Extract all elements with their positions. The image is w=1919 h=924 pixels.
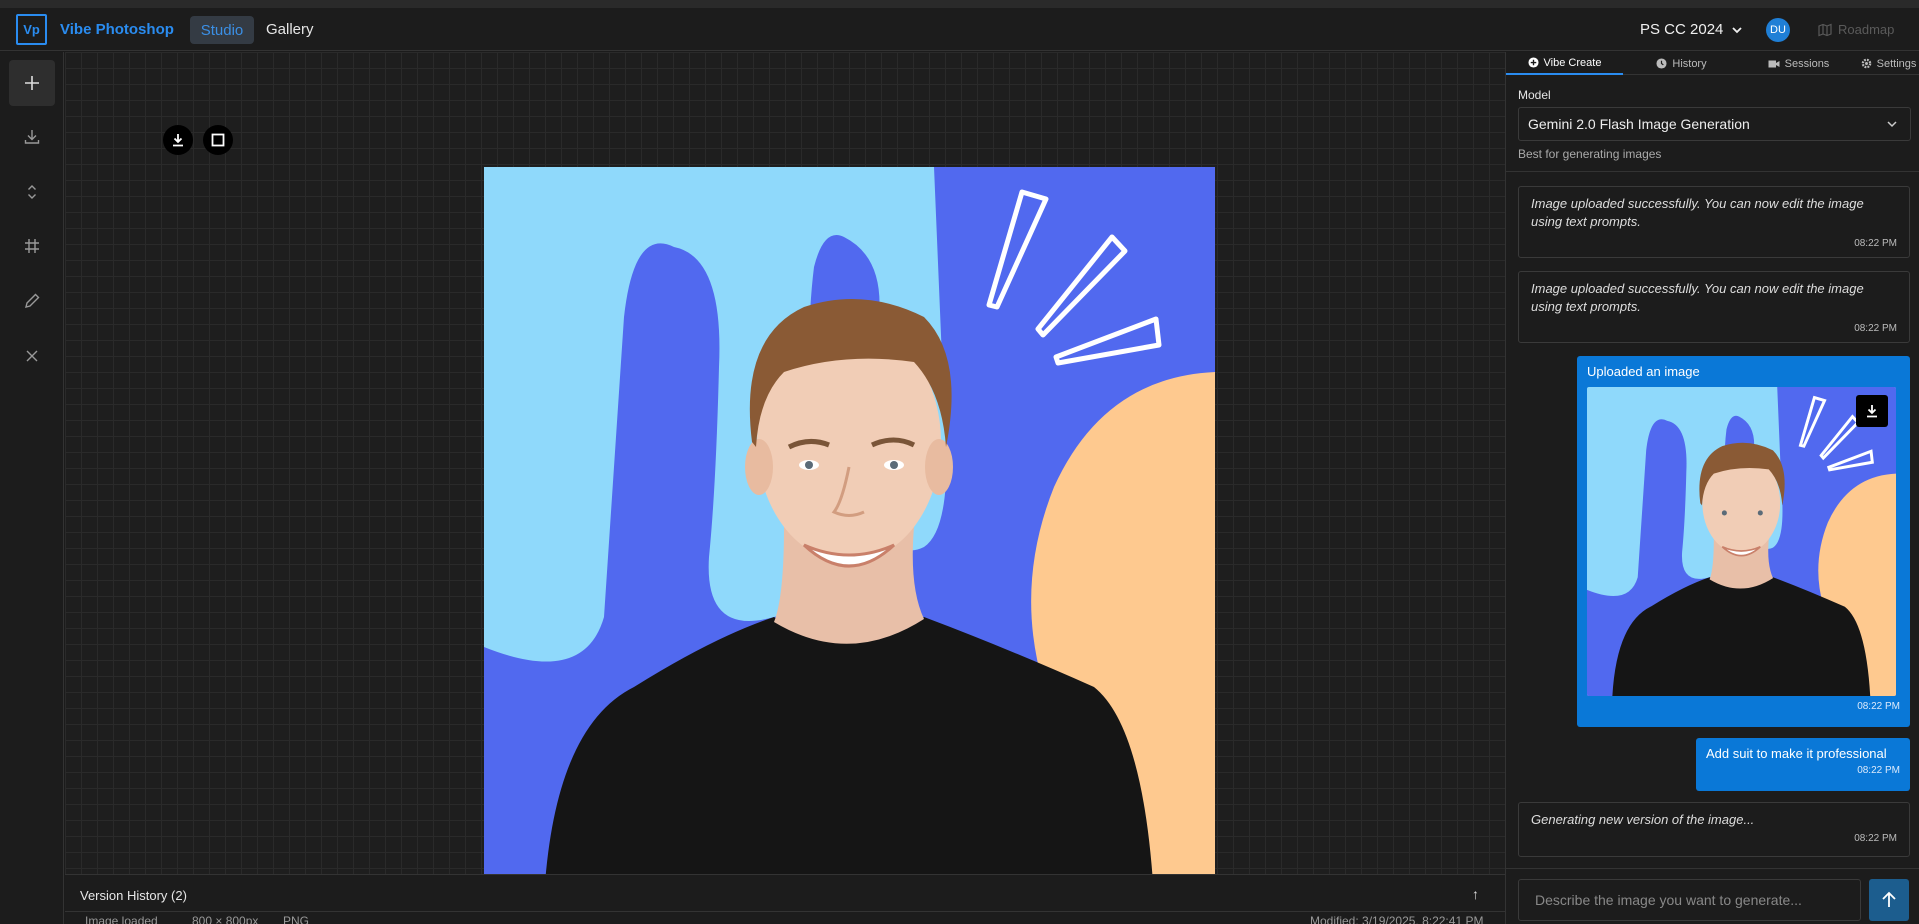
tab-vibe-create[interactable]: Vibe Create xyxy=(1506,52,1623,75)
message-text: Image uploaded successfully. You can now… xyxy=(1531,281,1864,314)
roadmap-link[interactable]: Roadmap xyxy=(1818,22,1894,37)
uploaded-image-thumbnail[interactable] xyxy=(1587,387,1896,696)
version-history-bar[interactable]: Version History (2) ↑ xyxy=(65,874,1505,911)
nav-studio[interactable]: Studio xyxy=(190,16,254,44)
add-tool-button[interactable] xyxy=(9,60,55,106)
model-select[interactable]: Gemini 2.0 Flash Image Generation xyxy=(1518,107,1911,141)
right-panel: Vibe Create History Sessions Settings Mo… xyxy=(1505,52,1919,924)
canvas-image[interactable] xyxy=(484,167,1215,898)
tab-label: History xyxy=(1672,57,1707,70)
message-time: 08:22 PM xyxy=(1854,323,1897,334)
video-icon xyxy=(1768,60,1780,67)
canvas-select-button[interactable] xyxy=(203,125,233,155)
message-time: 08:22 PM xyxy=(1857,701,1900,712)
send-button[interactable] xyxy=(1869,879,1909,921)
message-text: Generating new version of the image... xyxy=(1531,812,1755,827)
panel-tabs: Vibe Create History Sessions Settings xyxy=(1506,52,1919,75)
system-message: Image uploaded successfully. You can now… xyxy=(1518,271,1910,343)
nav-gallery[interactable]: Gallery xyxy=(266,21,314,38)
app-window: Vp Vibe Photoshop Studio Gallery PS CC 2… xyxy=(0,0,1919,924)
prompt-input[interactable] xyxy=(1518,879,1861,921)
status-dimensions: 800 × 800px xyxy=(192,914,259,924)
user-image-message: Uploaded an image 08:22 PM xyxy=(1577,356,1910,727)
model-value: Gemini 2.0 Flash Image Generation xyxy=(1528,116,1750,132)
tab-history[interactable]: History xyxy=(1623,52,1740,75)
canvas-download-button[interactable] xyxy=(163,125,193,155)
message-text: Uploaded an image xyxy=(1587,364,1700,379)
prompt-area xyxy=(1506,868,1919,924)
tab-label: Sessions xyxy=(1784,57,1830,70)
download-tool-button[interactable] xyxy=(9,114,55,160)
thumbnail-download-button[interactable] xyxy=(1856,395,1888,427)
message-text: Image uploaded successfully. You can now… xyxy=(1531,196,1864,229)
status-bar: Image loaded 800 × 800px PNG Modified: 3… xyxy=(65,911,1505,924)
status-modified: Modified: 3/19/2025, 8:22:41 PM xyxy=(1310,914,1484,924)
status-state: Image loaded xyxy=(85,914,158,924)
clock-icon xyxy=(1656,58,1667,69)
crop-tool-button[interactable] xyxy=(9,223,55,269)
left-toolbar xyxy=(0,52,64,924)
portrait-image xyxy=(484,167,1215,898)
model-label: Model xyxy=(1518,88,1551,102)
message-text: Add suit to make it professional xyxy=(1706,746,1887,761)
version-history-toggle[interactable]: ↑ xyxy=(1472,886,1479,902)
roadmap-label: Roadmap xyxy=(1838,22,1895,37)
version-label: PS CC 2024 xyxy=(1640,21,1724,38)
pencil-tool-button[interactable] xyxy=(9,278,55,324)
gear-icon xyxy=(1861,58,1871,69)
close-tool-button[interactable] xyxy=(9,333,55,379)
system-message: Generating new version of the image... 0… xyxy=(1518,802,1910,857)
tab-sessions[interactable]: Sessions xyxy=(1740,52,1857,75)
square-icon xyxy=(211,133,225,147)
chevron-down-icon xyxy=(1887,121,1897,128)
tab-label: Vibe Create xyxy=(1543,56,1602,69)
message-time: 08:22 PM xyxy=(1854,833,1897,844)
expand-tool-button[interactable] xyxy=(9,169,55,215)
chevron-down-icon xyxy=(1732,26,1743,33)
download-icon xyxy=(173,134,183,147)
version-dropdown[interactable]: PS CC 2024 xyxy=(1640,21,1743,38)
app-logo[interactable]: Vp xyxy=(16,14,47,45)
map-icon xyxy=(1818,23,1832,36)
status-format: PNG xyxy=(283,914,310,924)
system-message: Image uploaded successfully. You can now… xyxy=(1518,186,1910,258)
expand-icon xyxy=(28,185,36,199)
close-icon xyxy=(26,350,38,362)
top-bar: Vp Vibe Photoshop Studio Gallery PS CC 2… xyxy=(0,8,1919,51)
arrow-up-icon xyxy=(1882,891,1896,907)
crop-icon xyxy=(25,239,39,253)
user-prompt-message: Add suit to make it professional 08:22 P… xyxy=(1696,738,1910,791)
download-icon xyxy=(1867,405,1877,418)
user-avatar[interactable]: DU xyxy=(1766,18,1790,42)
app-brand[interactable]: Vibe Photoshop xyxy=(60,21,174,38)
window-top-strip xyxy=(0,0,1919,8)
portrait-thumbnail xyxy=(1587,387,1896,696)
model-hint: Best for generating images xyxy=(1518,147,1662,161)
tab-settings[interactable]: Settings xyxy=(1857,52,1919,75)
message-time: 08:22 PM xyxy=(1854,238,1897,249)
pencil-icon xyxy=(25,293,40,308)
download-icon xyxy=(24,130,40,144)
tab-label: Settings xyxy=(1876,57,1917,70)
canvas-area[interactable] xyxy=(65,52,1505,898)
version-history-label: Version History (2) xyxy=(80,888,187,903)
plus-circle-icon xyxy=(1528,57,1539,68)
divider xyxy=(1506,171,1919,172)
message-time: 08:22 PM xyxy=(1857,765,1900,776)
plus-icon xyxy=(25,76,39,90)
